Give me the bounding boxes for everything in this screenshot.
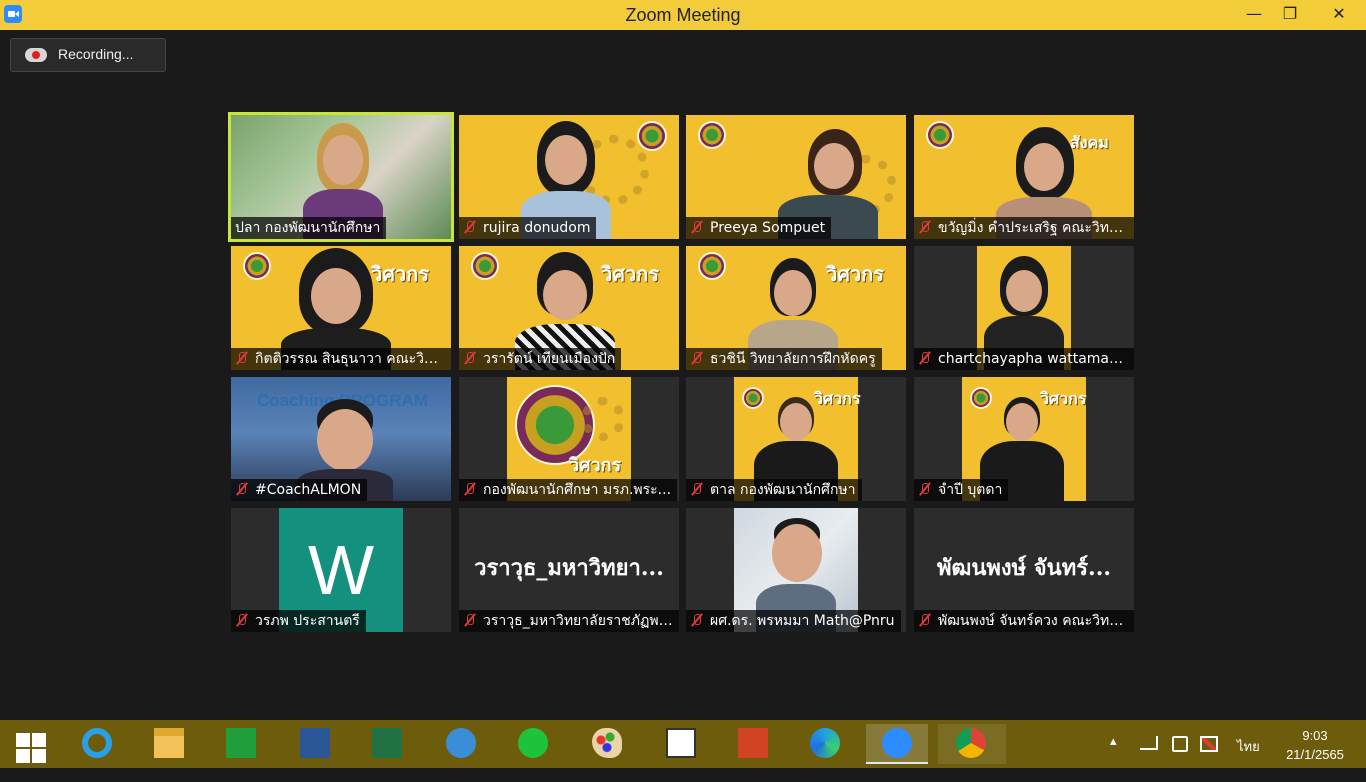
window-title: Zoom Meeting (625, 5, 741, 25)
powerpoint-icon (738, 728, 768, 758)
mic-muted-icon (463, 351, 477, 365)
participant-name: chartchayapha wattamath... (914, 348, 1134, 370)
video-tile[interactable]: สังคม ขวัญมิ่ง คำประเสริฐ คณะวิทยา... (914, 115, 1134, 239)
excel-icon (372, 728, 402, 758)
taskbar-store[interactable] (216, 724, 266, 764)
participant-name: #CoachALMON (231, 479, 368, 501)
participant-name: Preeya Sompuet (686, 217, 832, 239)
clock-time: 9:03 (1302, 728, 1328, 743)
participant-name: ขวัญมิ่ง คำประเสริฐ คณะวิทยา... (914, 217, 1134, 239)
video-tile[interactable]: วิศวกร วรารัตน์ เทียนเมืองปัก (459, 246, 679, 370)
recording-label: Recording... (58, 46, 134, 62)
mic-muted-icon (690, 482, 704, 496)
video-tile[interactable]: Coaching PROGRAM #CoachALMON (231, 377, 451, 501)
mic-muted-icon (690, 351, 704, 365)
participant-name: วรภพ ประสานตรี (231, 610, 366, 632)
signal-icon[interactable] (1140, 736, 1158, 750)
taskbar-paint[interactable] (582, 724, 632, 764)
mic-muted-icon (918, 613, 932, 627)
video-tile[interactable]: วิศวกร กองพัฒนานักศึกษา มรภ.พระ... (459, 377, 679, 501)
edge-icon (810, 728, 840, 758)
network-disconnected-icon[interactable] (1200, 736, 1218, 752)
video-tile[interactable]: วิศวกร ธวชินี วิทยาลัยการฝึกหัดครู (686, 246, 906, 370)
taskbar-file-explorer[interactable] (144, 724, 194, 764)
mic-muted-icon (918, 482, 932, 496)
participant-name: ปลา กองพัฒนานักศึกษา (231, 217, 387, 239)
cloud-record-icon (25, 48, 47, 62)
mic-muted-icon (690, 613, 704, 627)
clock[interactable]: 9:03 21/1/2565 (1270, 726, 1360, 764)
mic-muted-icon (918, 351, 932, 365)
participant-name: วรารัตน์ เทียนเมืองปัก (459, 348, 622, 370)
video-tile[interactable]: พัฒนพงษ์ จันทร์... พัฒนพงษ์ จันทร์ควง คณ… (914, 508, 1134, 632)
taskbar-lisrel[interactable] (656, 724, 706, 764)
logo-text: วิศวกร (569, 455, 622, 476)
mic-muted-icon (235, 351, 249, 365)
taskbar-powerpoint[interactable] (728, 724, 778, 764)
video-tile[interactable]: ผศ.ดร. พรหมมา Math@Pnru (686, 508, 906, 632)
title-bar: Zoom Meeting — ❐ ✕ (0, 0, 1366, 30)
folder-icon (154, 728, 184, 758)
video-tile[interactable]: ปลา กองพัฒนานักศึกษา (228, 112, 454, 242)
start-button[interactable] (2, 724, 52, 764)
input-language[interactable]: ไทย (1237, 736, 1260, 757)
word-icon (300, 728, 330, 758)
mic-muted-icon (690, 220, 704, 234)
taskbar-chrome[interactable] (938, 724, 1006, 764)
video-tile[interactable]: วิศวกร กิตติวรรณ สินธุนาวา คณะวิท... (231, 246, 451, 370)
video-tile[interactable]: วิศวกร ตาล กองพัฒนานักศึกษา (686, 377, 906, 501)
mic-muted-icon (235, 482, 249, 496)
video-tile[interactable]: chartchayapha wattamath... (914, 246, 1134, 370)
participant-name: ผศ.ดร. พรหมมา Math@Pnru (686, 610, 901, 632)
zoom-icon (882, 728, 912, 758)
lisrel-icon (666, 728, 696, 758)
show-hidden-icons-chevron[interactable]: ▴ (1110, 734, 1117, 782)
close-button[interactable]: ✕ (1312, 0, 1366, 30)
windows-icon (16, 733, 46, 763)
video-tile[interactable]: วิศวกร จำปี บุตดา (914, 377, 1134, 501)
mic-muted-icon (463, 220, 477, 234)
participant-display-name: พัฒนพงษ์ จันทร์... (936, 555, 1112, 581)
participant-name: จำปี บุตดา (914, 479, 1009, 501)
taskbar-internet-explorer[interactable] (72, 724, 122, 764)
participant-name: rujira donudom (459, 217, 597, 239)
battery-icon[interactable] (1172, 736, 1188, 752)
taskbar-edge[interactable] (800, 724, 850, 764)
participant-name: วราวุธ_มหาวิทยาลัยราชภัฏพร... (459, 610, 679, 632)
line-icon (518, 728, 548, 758)
mic-muted-icon (463, 613, 477, 627)
clock-date: 21/1/2565 (1286, 747, 1344, 762)
participant-display-name: วราวุธ_มหาวิทยา... (474, 555, 664, 581)
taskbar-zoom[interactable] (866, 724, 928, 764)
video-tile[interactable]: วราวุธ_มหาวิทยา... วราวุธ_มหาวิทยาลัยราช… (459, 508, 679, 632)
taskbar-excel[interactable] (362, 724, 412, 764)
mic-muted-icon (463, 482, 477, 496)
taskbar-word[interactable] (290, 724, 340, 764)
participant-name: ตาล กองพัฒนานักศึกษา (686, 479, 862, 501)
video-tile[interactable]: W วรภพ ประสานตรี (231, 508, 451, 632)
chrome-icon (956, 728, 986, 758)
participant-name: พัฒนพงษ์ จันทร์ควง คณะวิทย... (914, 610, 1134, 632)
video-tile[interactable]: Preeya Sompuet (686, 115, 906, 239)
recording-indicator[interactable]: Recording... (10, 38, 166, 72)
store-icon (226, 728, 256, 758)
participant-name: ธวชินี วิทยาลัยการฝึกหัดครู (686, 348, 882, 370)
internet-explorer-icon (82, 728, 112, 758)
video-tile[interactable]: rujira donudom (459, 115, 679, 239)
maximize-button[interactable]: ❐ (1268, 0, 1312, 30)
paint-icon (592, 728, 622, 758)
mic-muted-icon (918, 220, 932, 234)
participant-name: กองพัฒนานักศึกษา มรภ.พระ... (459, 479, 678, 501)
mic-muted-icon (235, 613, 249, 627)
participant-name: กิตติวรรณ สินธุนาวา คณะวิท... (231, 348, 451, 370)
taskbar-line[interactable] (508, 724, 558, 764)
math-input-icon (446, 728, 476, 758)
taskbar-math-input[interactable] (436, 724, 486, 764)
taskbar: ▴ ไทย 9:03 21/1/2565 (0, 720, 1366, 768)
